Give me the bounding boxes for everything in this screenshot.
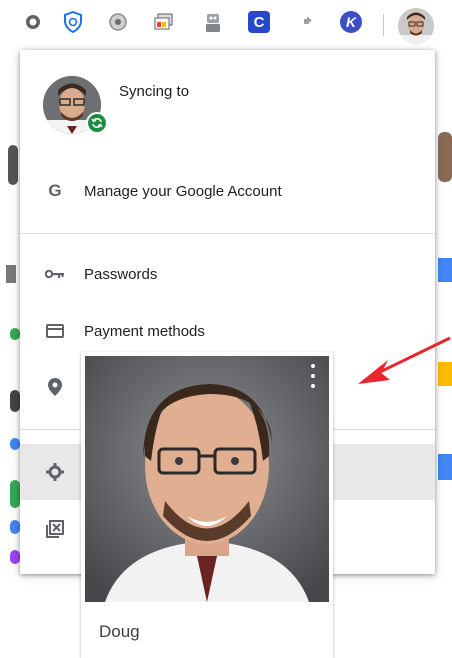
- toolbar-separator: [383, 14, 384, 36]
- screencast-extension-icon[interactable]: [152, 10, 176, 34]
- k-extension-icon[interactable]: K: [339, 10, 363, 34]
- profile-card-photo: [85, 356, 329, 602]
- shield-extension-icon[interactable]: [61, 10, 85, 34]
- c-extension-glyph: C: [248, 11, 270, 33]
- robot-extension-icon[interactable]: [201, 10, 225, 34]
- more-options-icon[interactable]: [307, 362, 319, 390]
- k-extension-glyph: K: [340, 11, 362, 33]
- profile-avatar-image: [398, 8, 434, 44]
- profile-menu-header: Syncing to: [20, 50, 435, 173]
- manage-google-account-label: Manage your Google Account: [84, 182, 282, 200]
- background-page-right-edge: [436, 50, 452, 580]
- passwords-item[interactable]: Passwords: [20, 250, 435, 298]
- profile-avatar-button[interactable]: [398, 8, 434, 44]
- passwords-label: Passwords: [84, 265, 158, 283]
- location-pin-icon: [45, 377, 65, 397]
- gauge-extension-icon[interactable]: [106, 10, 130, 34]
- ghost-extension-icon[interactable]: [21, 10, 45, 34]
- google-g-icon: G: [48, 181, 62, 200]
- profile-card-name: Doug: [99, 622, 140, 641]
- menu-divider: [20, 233, 435, 234]
- credit-card-icon: [45, 321, 65, 341]
- annotation-arrow-icon: [358, 336, 451, 384]
- puzzle-extension-icon[interactable]: [295, 10, 319, 34]
- sync-status-text: Syncing to: [119, 83, 190, 100]
- browser-toolbar: C K: [0, 0, 452, 50]
- payment-methods-label: Payment methods: [84, 322, 205, 340]
- gear-icon: [45, 462, 65, 482]
- profile-card[interactable]: Doug: [81, 352, 333, 658]
- manage-google-account-item[interactable]: G Manage your Google Account: [20, 167, 435, 215]
- c-extension-icon[interactable]: C: [247, 10, 271, 34]
- close-window-icon: [45, 519, 65, 539]
- background-page-left-edge: [0, 50, 20, 580]
- key-icon: [45, 264, 65, 284]
- sync-icon: [86, 112, 108, 134]
